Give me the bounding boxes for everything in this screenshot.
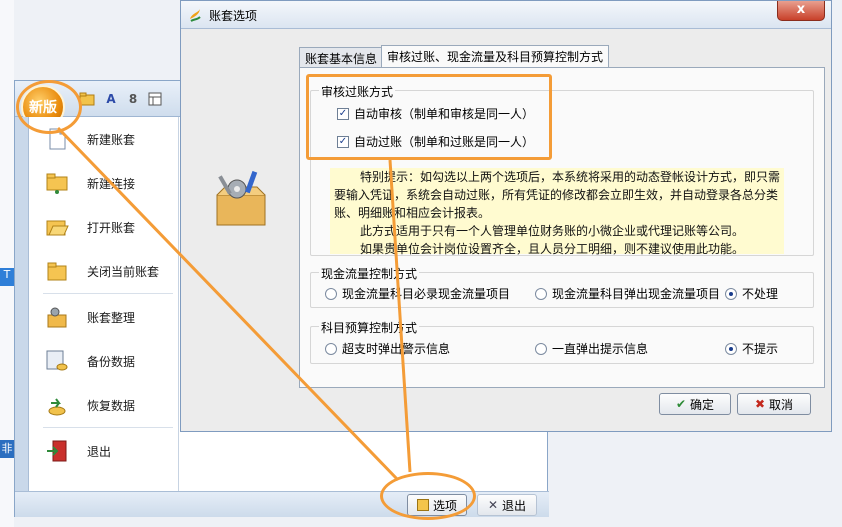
tools-icon — [47, 307, 67, 328]
cancel-button-label: 取消 — [769, 397, 794, 412]
cash-option-must-record[interactable]: 现金流量科目必录现金流量项目 — [325, 285, 510, 302]
app-icon — [190, 9, 201, 22]
number-icon[interactable]: 8 — [125, 91, 141, 107]
budget-option-always-prompt[interactable]: 一直弹出提示信息 — [535, 340, 648, 357]
radio-label: 不提示 — [742, 342, 779, 356]
menu-item-restore-data[interactable]: 恢复数据 — [29, 383, 179, 427]
checkmark-icon: ✔ — [675, 397, 687, 411]
cancel-x-icon: ✖ — [754, 397, 766, 411]
radio-button — [325, 287, 337, 300]
dialog-title: 账套选项 — [209, 9, 258, 23]
cash-option-none[interactable]: 不处理 — [725, 285, 778, 302]
hint-line: 特别提示：如勾选以上两个选项后，本系统将采用的动态登帐设计方式，即只需 — [360, 170, 781, 184]
background-window-edge: T 非 — [0, 0, 14, 527]
group-title: 科目预算控制方式 — [319, 319, 420, 336]
highlight-rectangle — [306, 74, 552, 160]
highlight-circle-logo — [16, 80, 82, 134]
menu-item-label: 新建连接 — [87, 176, 136, 191]
menu-item-backup-data[interactable]: 备份数据 — [29, 339, 179, 383]
exit-icon — [47, 440, 67, 462]
menu-item-organize-account[interactable]: 账套整理 — [29, 295, 179, 339]
menu-separator — [43, 293, 173, 294]
radio-button — [325, 342, 337, 355]
tab-basic-info[interactable]: 账套基本信息 — [299, 47, 384, 67]
menu-item-label: 打开账套 — [87, 220, 136, 235]
menu-item-label: 备份数据 — [87, 354, 136, 369]
budget-option-no-prompt[interactable]: 不提示 — [725, 340, 778, 357]
menu-item-open-account[interactable]: 打开账套 — [29, 205, 179, 249]
font-icon[interactable]: A — [103, 91, 119, 107]
radio-button — [725, 287, 737, 300]
menu-item-exit[interactable]: 退出 — [29, 429, 179, 473]
exit-button[interactable]: ✕ 退出 — [477, 494, 537, 516]
radio-label: 一直弹出提示信息 — [552, 342, 649, 356]
network-folder-icon — [46, 173, 68, 194]
ok-button-label: 确定 — [690, 397, 715, 412]
cash-option-popup[interactable]: 现金流量科目弹出现金流量项目 — [535, 285, 720, 302]
cancel-button[interactable]: ✖ 取消 — [737, 393, 811, 415]
background-tag: T — [0, 268, 14, 286]
background-tag: 非 — [0, 440, 14, 458]
hint-line: 账、明细账和相应会计报表。 — [334, 206, 491, 220]
group-title: 现金流量控制方式 — [319, 265, 420, 282]
radio-button — [535, 342, 547, 355]
table-icon[interactable] — [147, 91, 163, 107]
menu-item-new-connection[interactable]: 新建连接 — [29, 161, 179, 205]
menu-item-label: 退出 — [87, 444, 112, 459]
ok-button[interactable]: ✔ 确定 — [659, 393, 731, 415]
close-button[interactable]: x — [777, 1, 825, 21]
menu-item-close-account[interactable]: 关闭当前账套 — [29, 249, 179, 293]
budget-control-group: 科目预算控制方式 超支时弹出警示信息 一直弹出提示信息 不提示 — [310, 319, 814, 364]
budget-option-overspend-warning[interactable]: 超支时弹出警示信息 — [325, 340, 450, 357]
radio-button — [725, 342, 737, 355]
account-options-dialog: 账套选项 x 账套基本信息 审核过账、现金流量及科目预算控制方式 审核过账方式 … — [180, 0, 832, 432]
radio-label: 不处理 — [742, 287, 779, 301]
open-folder-icon — [46, 220, 69, 236]
app-left-bar — [15, 117, 29, 517]
menu-item-label: 新建账套 — [87, 132, 136, 147]
hint-line: 此方式适用于只有一个人管理单位财务账的小微企业或代理记账等公司。 — [360, 224, 745, 238]
radio-label: 现金流量科目弹出现金流量项目 — [552, 287, 721, 301]
hint-line: 如果贵单位会计岗位设置齐全，且人员分工明细，则不建议使用此功能。 — [360, 242, 745, 256]
radio-button — [535, 287, 547, 300]
close-x-icon: ✕ — [487, 498, 499, 512]
backup-icon — [46, 350, 68, 371]
menu-panel: 新建账套 新建连接 打开账套 关闭当前账套 账套整理 备份数据 恢复数据 退出 — [29, 117, 179, 491]
menu-item-label: 关闭当前账套 — [87, 264, 160, 279]
radio-label: 现金流量科目必录现金流量项目 — [342, 287, 511, 301]
hint-line: 要输入凭证，系统会自动过账，所有凭证的修改都会立即生效，并自动登录各总分类 — [334, 188, 779, 202]
dialog-titlebar[interactable]: 账套选项 x — [181, 1, 831, 29]
tab-audit-cash-budget[interactable]: 审核过账、现金流量及科目预算控制方式 — [381, 45, 610, 67]
exit-button-label: 退出 — [502, 498, 527, 513]
radio-label: 超支时弹出警示信息 — [342, 342, 451, 356]
menu-item-label: 恢复数据 — [87, 398, 136, 413]
tools-box-icon — [216, 170, 266, 226]
cash-flow-group: 现金流量控制方式 现金流量科目必录现金流量项目 现金流量科目弹出现金流量项目 不… — [310, 265, 814, 308]
special-hint-box: 特别提示：如勾选以上两个选项后，本系统将采用的动态登帐设计方式，即只需 要输入凭… — [330, 168, 784, 256]
menu-item-label: 账套整理 — [87, 310, 136, 325]
close-folder-icon — [47, 262, 67, 281]
menu-separator — [43, 427, 173, 428]
highlight-circle-options — [380, 472, 476, 520]
restore-icon — [48, 398, 66, 416]
